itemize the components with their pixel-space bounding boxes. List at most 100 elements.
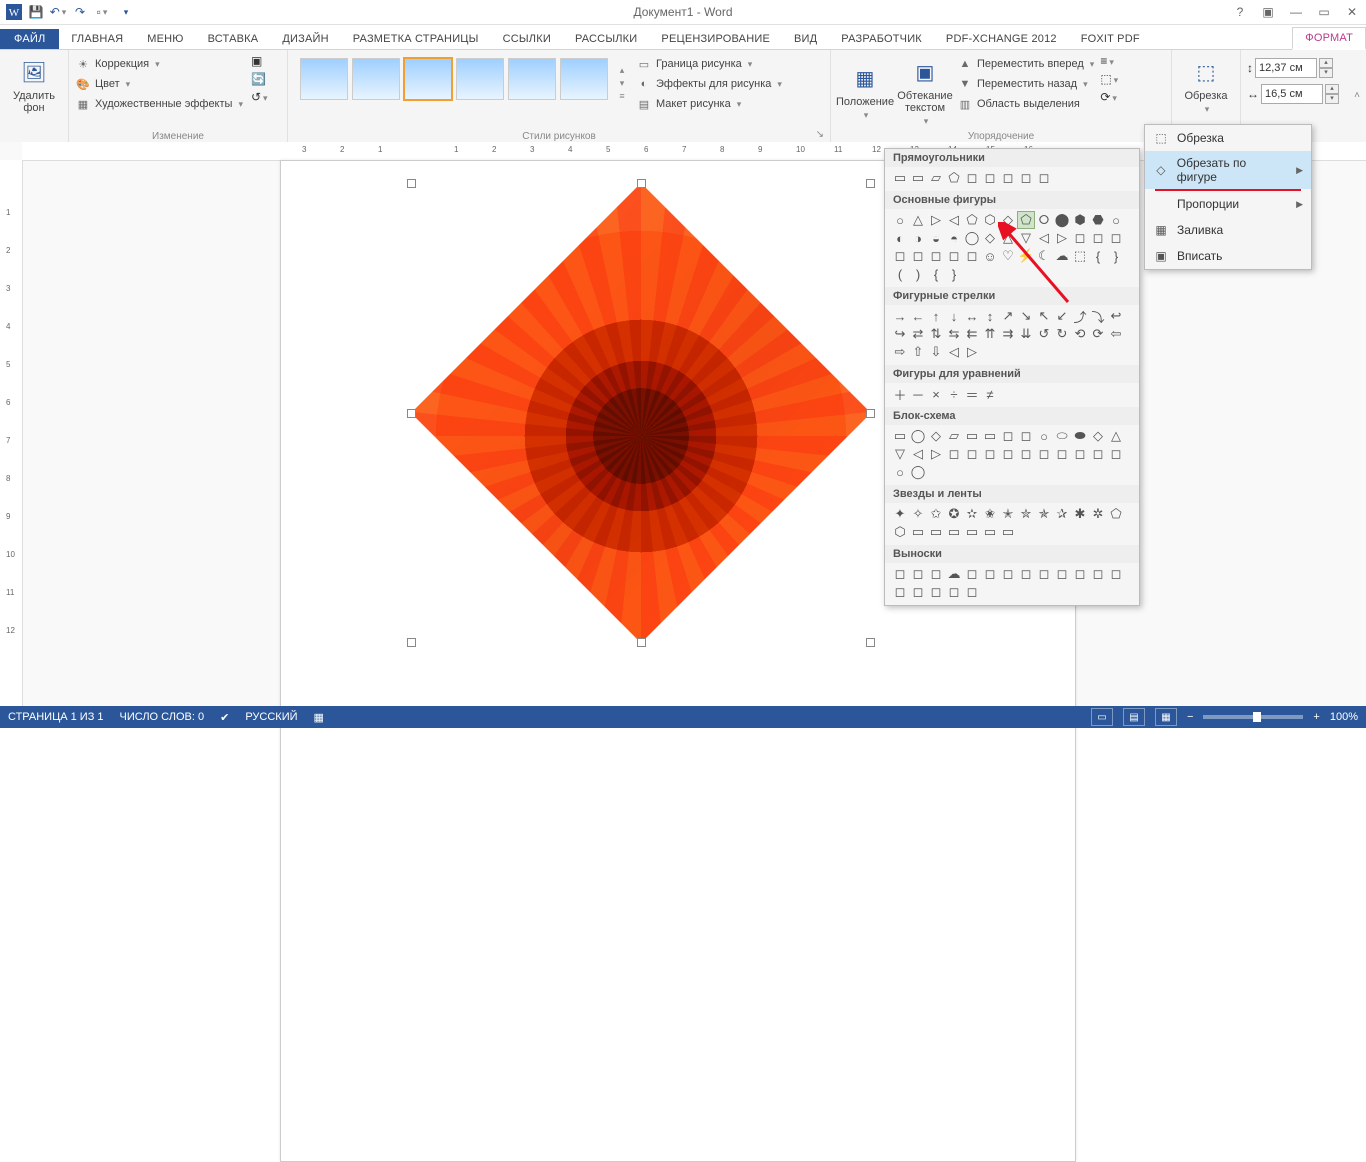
shape-option[interactable]: ⇉ (999, 325, 1017, 343)
view-web-button[interactable]: ▦ (1155, 708, 1177, 726)
shape-option[interactable]: ▷ (963, 343, 981, 361)
shape-option[interactable]: ◻ (945, 445, 963, 463)
shape-option[interactable]: ◻ (891, 583, 909, 601)
resize-handle[interactable] (407, 638, 416, 647)
shape-option[interactable]: ◻ (1071, 445, 1089, 463)
shape-option[interactable]: ⬚ (1071, 247, 1089, 265)
shape-option[interactable]: ☁ (1053, 247, 1071, 265)
shape-option[interactable]: ✫ (963, 505, 981, 523)
shape-option[interactable]: ▭ (927, 523, 945, 541)
shape-option[interactable]: ↪ (891, 325, 909, 343)
view-print-button[interactable]: ▤ (1123, 708, 1145, 726)
shape-option[interactable]: ◻ (1089, 445, 1107, 463)
shape-option[interactable]: ◻ (909, 583, 927, 601)
tab-mailings[interactable]: РАССЫЛКИ (563, 29, 649, 49)
resize-handle[interactable] (637, 638, 646, 647)
shape-option[interactable]: × (927, 385, 945, 403)
shape-option[interactable]: ▽ (1017, 229, 1035, 247)
shape-option[interactable]: ◻ (891, 565, 909, 583)
color-button[interactable]: 🎨Цвет▾ (75, 74, 243, 94)
picture-styles-gallery[interactable] (294, 52, 614, 114)
shape-option[interactable]: ⬠ (1107, 505, 1125, 523)
collapse-ribbon-icon[interactable]: ˄ (1354, 90, 1360, 101)
tab-developer[interactable]: РАЗРАБОТЧИК (829, 29, 934, 49)
minimize-icon[interactable]: — (1286, 5, 1306, 19)
style-thumb[interactable] (352, 58, 400, 100)
bring-forward-button[interactable]: ▲Переместить вперед▾ (957, 54, 1094, 74)
shape-option[interactable]: ↻ (1053, 325, 1071, 343)
shape-option[interactable]: ◻ (999, 169, 1017, 187)
vertical-ruler[interactable]: 123456789101112 (0, 160, 23, 706)
gallery-scroll[interactable]: ▴▾≡ (614, 52, 630, 114)
tab-layout[interactable]: РАЗМЕТКА СТРАНИЦЫ (341, 29, 491, 49)
tab-home[interactable]: ГЛАВНАЯ (59, 29, 135, 49)
spinner-up-icon[interactable]: ▴ (1325, 84, 1339, 94)
shape-option[interactable]: ☺ (981, 247, 999, 265)
shape-option[interactable]: ▭ (963, 427, 981, 445)
shape-option[interactable]: ◇ (999, 211, 1017, 229)
shape-option[interactable]: ⇦ (1107, 325, 1125, 343)
redo-icon[interactable]: ↷ (70, 2, 90, 22)
style-thumb[interactable] (508, 58, 556, 100)
shape-option[interactable]: ☾ (1035, 247, 1053, 265)
shape-option[interactable]: ◻ (909, 565, 927, 583)
tab-references[interactable]: ССЫЛКИ (491, 29, 563, 49)
shape-option[interactable]: ▷ (927, 211, 945, 229)
shape-option[interactable]: ○ (891, 463, 909, 481)
shape-option[interactable]: ◻ (1089, 565, 1107, 583)
shape-option[interactable]: ⬠ (963, 211, 981, 229)
group-icon[interactable]: ⬚▾ (1100, 72, 1118, 86)
shape-option[interactable]: ✩ (927, 505, 945, 523)
shape-option[interactable]: ⬬ (1071, 427, 1089, 445)
shape-option[interactable]: ▽ (891, 445, 909, 463)
new-doc-icon[interactable]: ▫▾ (92, 2, 112, 22)
tab-foxit[interactable]: Foxit PDF (1069, 29, 1152, 49)
shape-option[interactable]: ＝ (963, 385, 981, 403)
shape-option[interactable]: ↕ (981, 307, 999, 325)
shape-option[interactable]: ＋ (891, 385, 909, 403)
shape-option[interactable]: ◯ (963, 229, 981, 247)
shape-option[interactable]: ◻ (927, 583, 945, 601)
shape-option[interactable]: ▭ (981, 523, 999, 541)
style-thumb[interactable] (300, 58, 348, 100)
selection-pane-button[interactable]: ▥Область выделения (957, 94, 1094, 114)
shape-option[interactable]: ◻ (1017, 445, 1035, 463)
shape-option[interactable]: ✦ (891, 505, 909, 523)
shape-option[interactable]: ↙ (1053, 307, 1071, 325)
shape-option[interactable]: ◻ (891, 247, 909, 265)
shape-option[interactable]: ⇄ (909, 325, 927, 343)
spinner-down-icon[interactable]: ▾ (1325, 94, 1339, 104)
tab-menu[interactable]: Меню (135, 29, 195, 49)
shape-option[interactable]: ◻ (963, 445, 981, 463)
style-thumb-selected[interactable] (404, 58, 452, 100)
shape-option[interactable]: ✧ (909, 505, 927, 523)
shape-option[interactable]: ✰ (1053, 505, 1071, 523)
zoom-slider[interactable] (1203, 715, 1303, 719)
width-input[interactable]: ↔16,5 см▴▾ (1247, 84, 1353, 104)
shape-option[interactable]: ◓ (945, 229, 963, 247)
status-macro-icon[interactable]: ▦ (314, 711, 324, 724)
shape-option[interactable]: ◻ (1107, 445, 1125, 463)
crop-menu-crop-to-shape[interactable]: ◇Обрезать по фигуре▶ (1145, 151, 1311, 189)
ribbon-display-icon[interactable]: ▣ (1258, 5, 1278, 19)
shape-option[interactable]: ↗ (999, 307, 1017, 325)
shape-option[interactable]: △ (999, 229, 1017, 247)
crop-menu-aspect[interactable]: Пропорции▶ (1145, 191, 1311, 217)
width-value[interactable]: 16,5 см (1261, 84, 1323, 104)
help-icon[interactable]: ? (1230, 5, 1250, 19)
shape-option[interactable]: ▱ (927, 169, 945, 187)
shape-option[interactable]: ◁ (909, 445, 927, 463)
shape-option[interactable]: ✯ (1035, 505, 1053, 523)
shape-option[interactable]: ◻ (981, 445, 999, 463)
shape-option[interactable]: ⇩ (927, 343, 945, 361)
height-input[interactable]: ↕12,37 см▴▾ (1247, 58, 1353, 78)
shape-option[interactable]: ◻ (1035, 565, 1053, 583)
shape-option[interactable]: △ (1107, 427, 1125, 445)
shape-option[interactable]: ◻ (1089, 229, 1107, 247)
shape-option[interactable]: ◑ (909, 229, 927, 247)
shape-option[interactable]: ▭ (909, 169, 927, 187)
shape-option[interactable]: ✲ (1089, 505, 1107, 523)
shape-option[interactable]: ⭘ (1035, 211, 1053, 229)
shape-option[interactable]: } (945, 265, 963, 283)
shape-option[interactable]: ○ (1107, 211, 1125, 229)
